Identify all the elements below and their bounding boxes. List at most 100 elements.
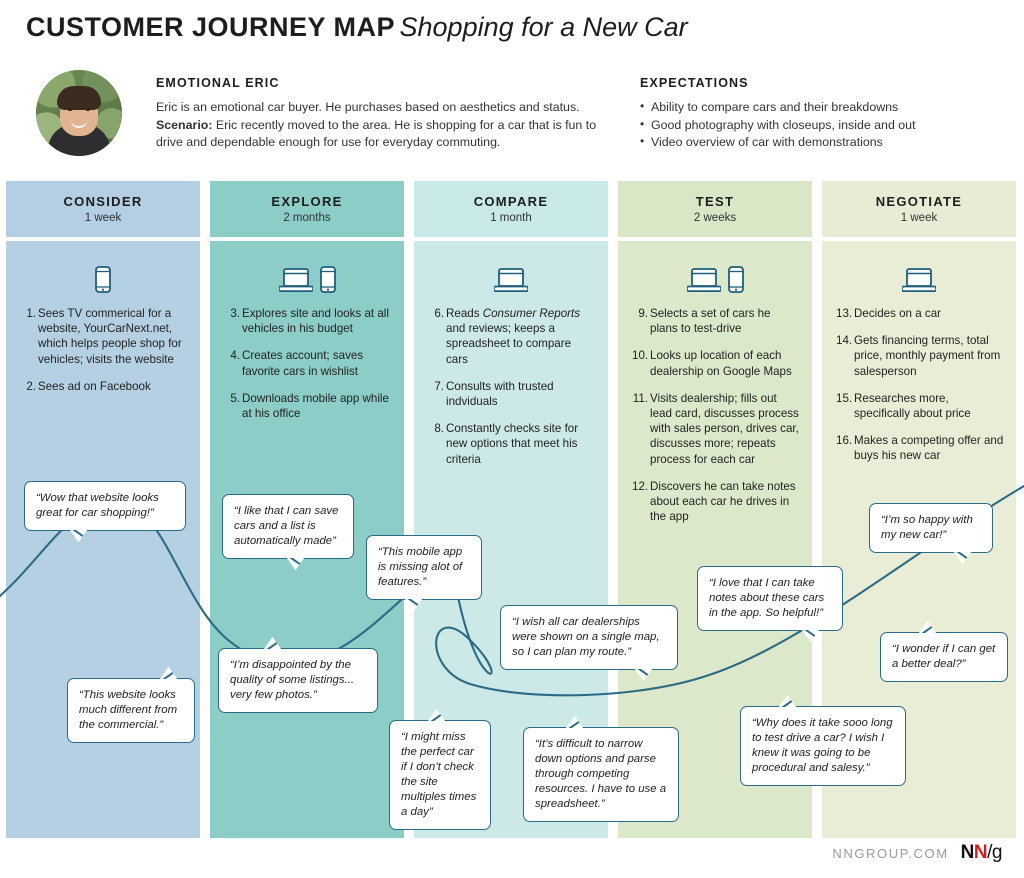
expectations-section: EXPECTATIONS Ability to compare cars and… xyxy=(640,76,1010,152)
step-number: 14. xyxy=(836,334,853,348)
step-text: Gets financing terms, total price, month… xyxy=(854,334,1001,378)
step-number: 5. xyxy=(230,391,240,405)
expectation-item: Ability to compare cars and their breakd… xyxy=(640,98,1010,117)
step-text: Visits dealership; fills out lead card, … xyxy=(650,391,799,466)
journey-step: 8. Constantly checks site for new options… xyxy=(428,421,596,467)
quote-bubble: “I love that I can take notes about thes… xyxy=(697,566,843,642)
journey-step: 16. Makes a competing offer and buys his … xyxy=(836,433,1004,463)
stage-column-negotiate: NEGOTIATE 1 week 13. Decides on a car 14. Get… xyxy=(822,181,1016,838)
step-text: Makes a competing offer and buys his new… xyxy=(854,434,1004,463)
stage-duration: 2 weeks xyxy=(693,212,737,224)
stage-duration: 1 week xyxy=(84,212,122,224)
journey-step: 6. Reads Consumer Reports and reviews; ke… xyxy=(428,306,596,367)
quote-text: “This mobile app is missing alot of feat… xyxy=(378,546,463,588)
step-text-emphasis: Consumer Reports xyxy=(482,307,581,320)
stage-step-list: 1. Sees TV commerical for a website, Your… xyxy=(6,306,200,394)
avatar-eye-left xyxy=(68,108,72,111)
step-text: Looks up location of each dealership on … xyxy=(650,349,792,378)
stage-header: NEGOTIATE 1 week xyxy=(822,181,1016,237)
laptop-icon xyxy=(494,268,528,292)
stage-header: EXPLORE 2 months xyxy=(210,181,404,237)
stage-name: COMPARE xyxy=(473,194,549,209)
quote-bubble: “I might miss the perfect car if I don’t… xyxy=(389,709,491,830)
stage-header: CONSIDER 1 week xyxy=(6,181,200,237)
quote-text: “I love that I can take notes about thes… xyxy=(709,577,825,619)
stage-duration: 1 month xyxy=(490,212,532,224)
title-subtitle: Shopping for a New Car xyxy=(399,12,688,42)
logo-g: g xyxy=(991,842,1003,863)
persona-scenario: Eric recently moved to the area. He is s… xyxy=(156,117,597,150)
phone-icon xyxy=(95,266,111,293)
quote-text: “This website looks much different from … xyxy=(79,689,178,731)
step-number: 1. xyxy=(26,307,36,320)
stage-step-list: 6. Reads Consumer Reports and reviews; ke… xyxy=(414,306,608,467)
journey-step: 5. Downloads mobile app while at his offi… xyxy=(224,391,392,421)
stage-column-test: TEST 2 weeks 9. Selects a set of cars he pl… xyxy=(618,181,812,838)
quote-bubble: “I wonder if I can get a better deal?” xyxy=(880,621,1008,682)
step-number: 2. xyxy=(26,379,36,393)
step-number: 10. xyxy=(632,349,649,363)
stage-name: EXPLORE xyxy=(271,194,343,209)
stage-device-icons xyxy=(618,241,812,293)
persona-heading: EMOTIONAL ERIC xyxy=(156,76,280,90)
stage-step-list: 9. Selects a set of cars he plans to test… xyxy=(618,306,812,524)
step-number: 8. xyxy=(434,422,444,436)
footer: NNGROUP.COM NN/g xyxy=(832,842,1002,864)
stage-header: COMPARE 1 month xyxy=(414,181,608,237)
footer-site-url: NNGROUP.COM xyxy=(832,845,949,861)
journey-step: 11. Visits dealership; fills out lead car… xyxy=(632,391,800,467)
logo-n-second: N xyxy=(973,842,988,863)
quote-text: “I wish all car dealerships were shown o… xyxy=(512,616,660,658)
step-number: 6. xyxy=(434,307,444,320)
step-number: 12. xyxy=(632,479,649,493)
quote-bubble: “Why does it take sooo long to test driv… xyxy=(740,695,906,786)
journey-step: 12. Discovers he can take notes about eac… xyxy=(632,479,800,525)
journey-step: 3. Explores site and looks at all vehicle… xyxy=(224,306,392,336)
stage-step-list: 13. Decides on a car 14. Gets financing ter… xyxy=(822,306,1016,464)
quote-text: “Wow that website looks great for car sh… xyxy=(36,492,159,519)
stage-duration: 1 week xyxy=(900,212,938,224)
avatar xyxy=(36,70,122,156)
step-number: 7. xyxy=(434,379,444,393)
step-text: Consults with trusted indviduals xyxy=(446,379,554,409)
quote-bubble: “Wow that website looks great for car sh… xyxy=(24,481,186,542)
journey-step: 10. Looks up location of each dealership … xyxy=(632,348,800,378)
step-text: Reads Consumer Reports and reviews; keep… xyxy=(446,307,581,366)
step-text: Constantly checks site for new options t… xyxy=(446,422,579,466)
step-number: 15. xyxy=(836,391,853,405)
stage-device-icons xyxy=(6,241,200,293)
journey-step: 15. Researches more, specifically about p… xyxy=(836,391,1004,421)
quote-bubble: “This mobile app is missing alot of feat… xyxy=(366,535,482,611)
journey-step: 9. Selects a set of cars he plans to test… xyxy=(632,306,800,336)
laptop-icon xyxy=(278,268,313,292)
stage-column-compare: COMPARE 1 month 6. Reads Consumer Reports a… xyxy=(414,181,608,838)
stage-header: TEST 2 weeks xyxy=(618,181,812,237)
phone-icon xyxy=(727,266,744,293)
stage-name: NEGOTIATE xyxy=(875,194,963,209)
stage-duration: 2 months xyxy=(283,212,331,224)
journey-step: 4. Creates account; saves favorite cars i… xyxy=(224,348,392,378)
quote-text: “I wonder if I can get a better deal?” xyxy=(892,643,996,670)
stage-device-icons xyxy=(414,241,608,293)
stage-name: CONSIDER xyxy=(63,194,143,209)
title-main: CUSTOMER JOURNEY MAP xyxy=(26,12,396,42)
quote-bubble: “I like that I can save cars and a list … xyxy=(222,494,354,570)
journey-step: 13. Decides on a car xyxy=(836,306,1004,321)
step-text: Discovers he can take notes about each c… xyxy=(650,479,796,524)
step-number: 4. xyxy=(230,349,240,363)
step-text: Selects a set of cars he plans to test-d… xyxy=(650,307,771,336)
stage-column-consider: CONSIDER 1 week 1. Sees TV commerical for a… xyxy=(6,181,200,838)
expectations-heading: EXPECTATIONS xyxy=(640,76,749,90)
expectation-item: Good photography with closeups, inside a… xyxy=(640,116,1010,135)
quote-text: “I’m so happy with my new car!” xyxy=(881,514,973,541)
stage-device-icons xyxy=(822,241,1016,293)
journey-step: 2. Sees ad on Facebook xyxy=(20,379,188,394)
journey-step: 1. Sees TV commerical for a website, Your… xyxy=(20,306,188,367)
stage-device-icons xyxy=(210,241,404,293)
persona-section: EMOTIONAL ERIC Eric is an emotional car … xyxy=(156,76,606,152)
quote-text: “I might miss the perfect car if I don’t… xyxy=(401,731,477,818)
quote-text: “It’s difficult to narrow down options a… xyxy=(535,738,667,810)
persona-description-wrap: Eric is an emotional car buyer. He purch… xyxy=(156,99,606,152)
laptop-icon xyxy=(686,268,721,292)
quote-text: “I like that I can save cars and a list … xyxy=(234,505,339,547)
